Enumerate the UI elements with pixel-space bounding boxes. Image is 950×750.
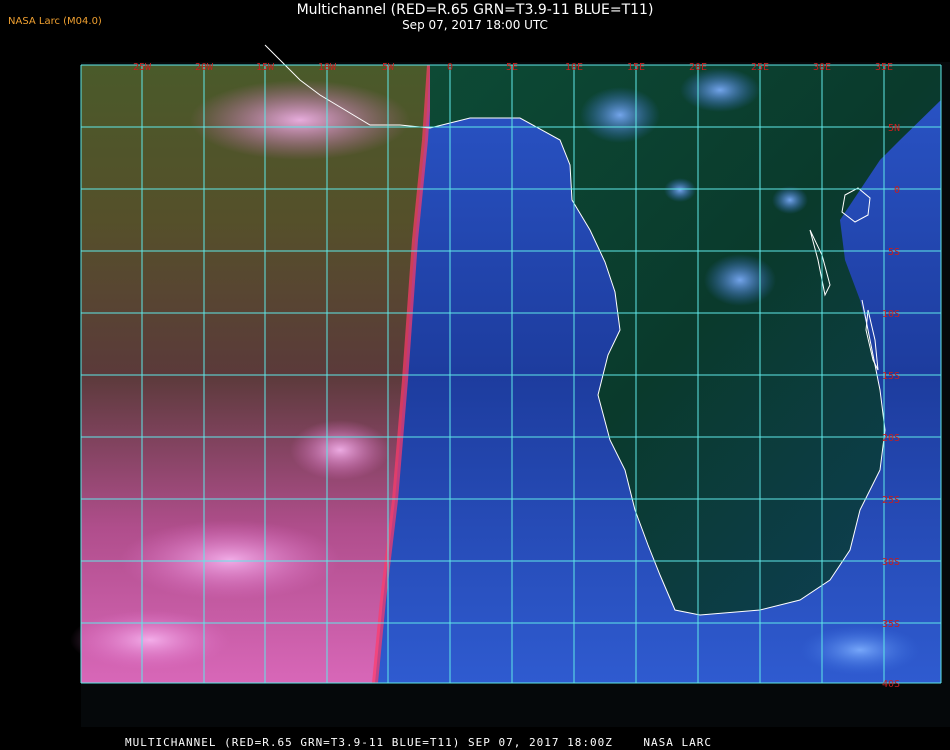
latitude-label: 30S — [882, 557, 900, 568]
cloud-blob — [664, 178, 696, 202]
cloud-blob — [120, 520, 340, 600]
longitude-label: 10E — [565, 62, 583, 73]
longitude-label: 30E — [813, 62, 831, 73]
longitude-label: 0 — [447, 62, 453, 73]
longitude-label: 15W — [256, 62, 275, 73]
latitude-label: 25S — [882, 495, 900, 506]
longitude-label: 10W — [318, 62, 337, 73]
longitude-label: 15E — [627, 62, 645, 73]
cloud-blob — [580, 87, 660, 143]
latitude-label: 15S — [882, 371, 900, 382]
cloud-blob — [190, 80, 410, 160]
longitude-label: 25W — [133, 62, 152, 73]
cloud-blob — [704, 254, 776, 306]
cloud-blob — [680, 68, 760, 112]
longitude-label: 5E — [506, 62, 518, 73]
latitude-label: 40S — [882, 679, 900, 690]
satellite-map: 25W 20W 15W 10W 5W 0 5E 10E 15E 20E 25E 30E 35E 5N 0 5S… — [70, 44, 942, 690]
longitude-label: 20W — [195, 62, 214, 73]
cloud-blob — [70, 610, 230, 670]
cloud-blob — [290, 420, 390, 480]
latitude-label: 10S — [882, 309, 900, 320]
latitude-label: 0 — [894, 185, 900, 196]
footer-caption: MULTICHANNEL (RED=R.65 GRN=T3.9-11 BLUE=… — [125, 736, 712, 749]
longitude-label: 20E — [689, 62, 707, 73]
cloud-blob — [772, 186, 808, 214]
longitude-label: 25E — [751, 62, 769, 73]
cloud-blob — [800, 625, 920, 675]
latitude-label: 5S — [888, 247, 900, 258]
latitude-label: 5N — [888, 123, 900, 134]
latitude-label: 35S — [882, 619, 900, 630]
latitude-label: 20S — [882, 433, 900, 444]
longitude-label: 5W — [382, 62, 395, 73]
longitude-label: 35E — [875, 62, 893, 73]
